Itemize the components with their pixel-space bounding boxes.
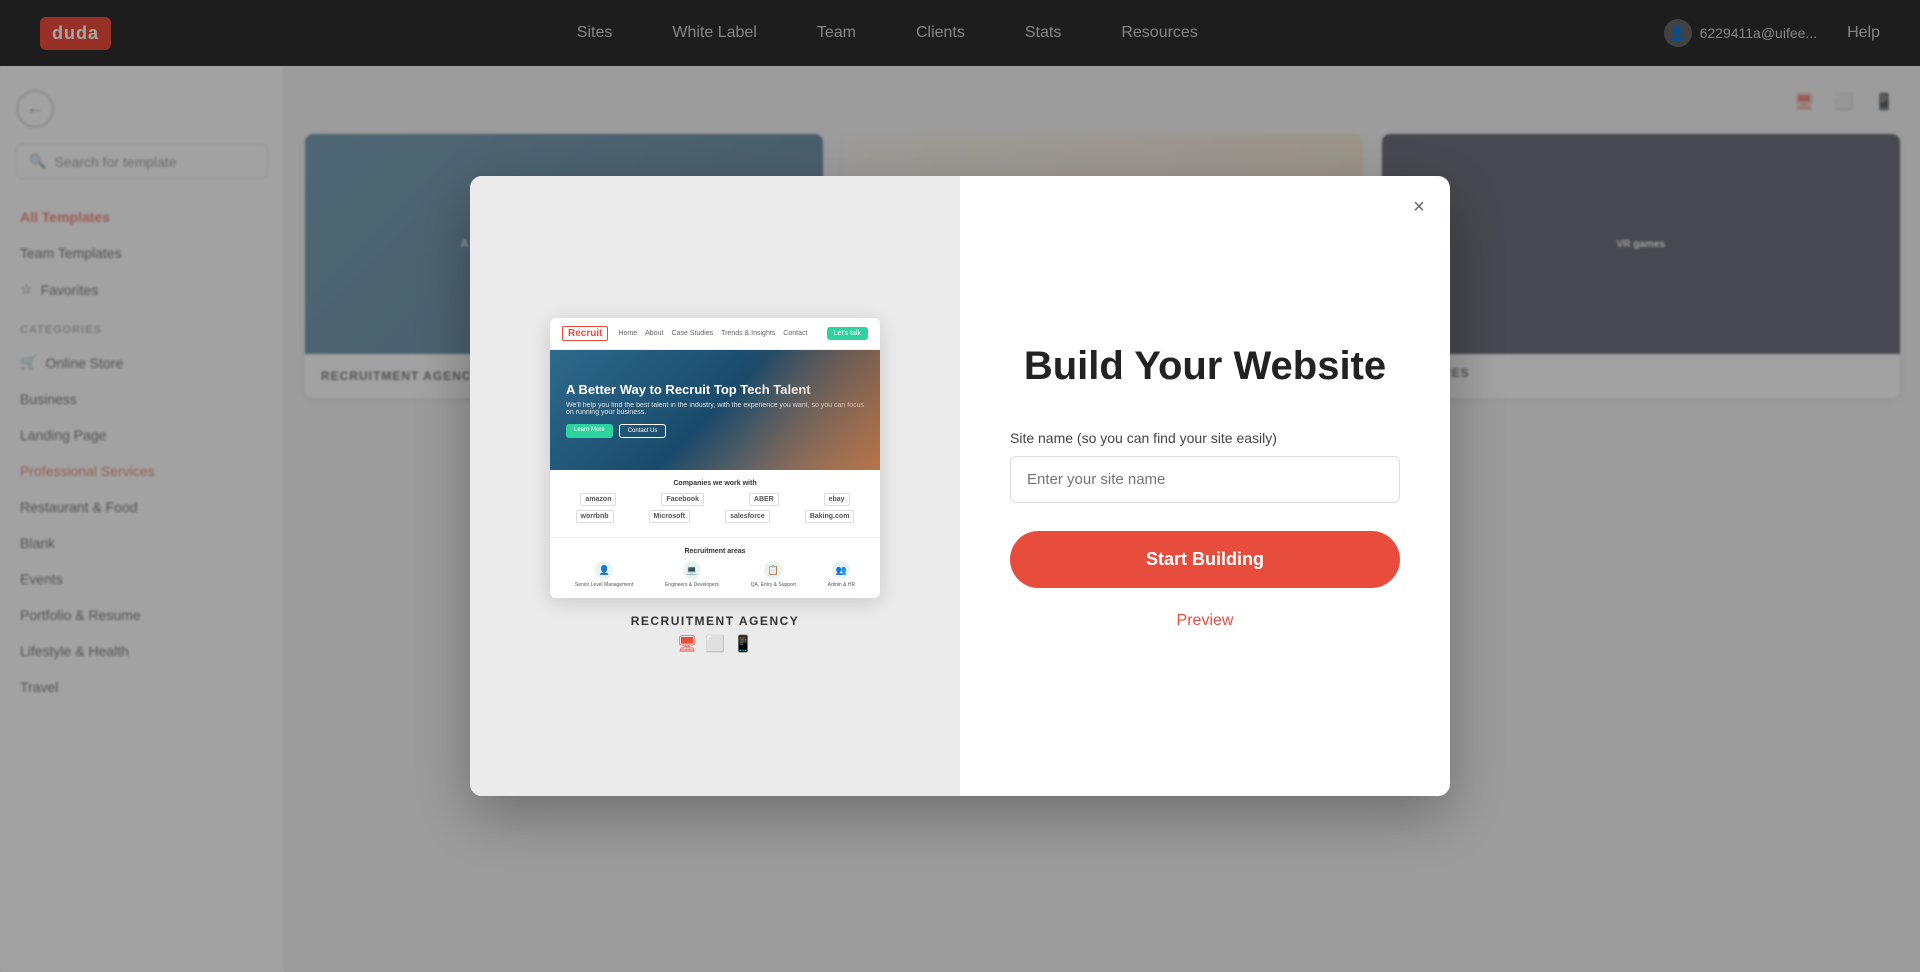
- preview-logo-microsoft: Microsoft: [649, 510, 691, 523]
- template-mobile-icon: 📱: [733, 634, 753, 654]
- preview-areas: Recruitment areas 👤 Senior Level Managem…: [550, 538, 880, 598]
- template-desktop-icon: 🖥: [677, 634, 697, 654]
- preview-nav: Home About Case Studies Trends & Insight…: [618, 330, 816, 337]
- preview-header: Recruit Home About Case Studies Trends &…: [550, 318, 880, 350]
- area-card-admin: 👥 Admin & HR: [828, 561, 856, 588]
- site-name-label: Site name (so you can find your site eas…: [1010, 430, 1277, 446]
- preview-link[interactable]: Preview: [1177, 612, 1234, 630]
- area-label-engineers: Engineers & Developers: [665, 582, 719, 588]
- preview-companies: Companies we work with amazon Facebook A…: [550, 470, 880, 538]
- modal-close-button[interactable]: ×: [1404, 192, 1434, 222]
- modal-title: Build Your Website: [1024, 342, 1386, 390]
- preview-nav-contact: Contact: [783, 330, 807, 337]
- preview-nav-home: Home: [618, 330, 637, 337]
- preview-logo-facebook: Facebook: [661, 493, 704, 506]
- preview-logos-row2: worrbnb Microsoft salesforce Baking.com: [562, 510, 868, 523]
- modal-template-name: RECRUITMENT AGENCY: [631, 614, 800, 628]
- preview-areas-title: Recruitment areas: [562, 548, 868, 555]
- area-card-senior: 👤 Senior Level Management: [575, 561, 633, 588]
- area-card-engineers: 💻 Engineers & Developers: [665, 561, 719, 588]
- preview-logo-baking: Baking.com: [805, 510, 855, 523]
- template-tablet-icon: ⬜: [705, 634, 725, 654]
- area-icon-admin: 👥: [832, 561, 850, 579]
- preview-logo-ebay: ebay: [824, 493, 850, 506]
- area-label-admin: Admin & HR: [828, 582, 856, 588]
- preview-hero: A Better Way to Recruit Top Tech Talent …: [550, 350, 880, 470]
- template-preview-card: Recruit Home About Case Studies Trends &…: [550, 318, 880, 598]
- area-label-senior: Senior Level Management: [575, 582, 633, 588]
- modal-template-view-icons: 🖥 ⬜ 📱: [631, 634, 800, 654]
- preview-brand-logo: Recruit: [562, 326, 608, 341]
- preview-logo-amazon: amazon: [580, 493, 616, 506]
- preview-logos-row1: amazon Facebook ABER ebay: [562, 493, 868, 506]
- preview-nav-trends: Trends & Insights: [721, 330, 775, 337]
- build-website-modal: × Recruit Home About Case Studies Trends…: [470, 176, 1450, 796]
- preview-learn-more-btn: Learn More: [566, 424, 613, 438]
- preview-area-cards: 👤 Senior Level Management 💻 Engineers & …: [562, 561, 868, 588]
- preview-companies-title: Companies we work with: [562, 480, 868, 487]
- area-icon-engineers: 💻: [683, 561, 701, 579]
- preview-nav-case: Case Studies: [671, 330, 713, 337]
- preview-logo-workable: worrbnb: [576, 510, 614, 523]
- area-label-qa: QA, Entry & Support: [751, 582, 796, 588]
- preview-nav-about: About: [645, 330, 663, 337]
- area-card-qa: 📋 QA, Entry & Support: [751, 561, 796, 588]
- modal-template-label: RECRUITMENT AGENCY 🖥 ⬜ 📱: [631, 614, 800, 654]
- modal-right-panel: Build Your Website Site name (so you can…: [960, 176, 1450, 796]
- preview-cta-button: Let's talk: [827, 327, 868, 340]
- start-building-button[interactable]: Start Building: [1010, 531, 1400, 588]
- preview-hero-image: [740, 350, 880, 470]
- area-icon-qa: 📋: [764, 561, 782, 579]
- site-name-input[interactable]: [1010, 456, 1400, 503]
- preview-logo-salesforce: salesforce: [725, 510, 770, 523]
- modal-left-panel: Recruit Home About Case Studies Trends &…: [470, 176, 960, 796]
- preview-contact-btn: Contact Us: [619, 424, 667, 438]
- modal-overlay: × Recruit Home About Case Studies Trends…: [0, 0, 1920, 972]
- preview-logo-aber: ABER: [749, 493, 779, 506]
- area-icon-senior: 👤: [595, 561, 613, 579]
